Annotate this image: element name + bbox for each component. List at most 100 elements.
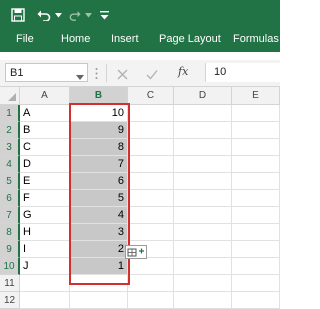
cell-d10[interactable] (174, 258, 232, 275)
cell-d1[interactable] (174, 105, 232, 122)
row-header-7[interactable]: 7 (0, 207, 20, 224)
ribbon-tabs: File Home Insert Page Layout Formulas (0, 30, 280, 52)
column-header-c[interactable]: C (128, 87, 174, 105)
formula-value: 10 (214, 66, 227, 78)
cell-d8[interactable] (174, 224, 232, 241)
cell-b8[interactable]: 3 (70, 224, 128, 241)
redo-dropdown-icon[interactable] (84, 7, 92, 23)
cell-a12[interactable] (20, 292, 70, 309)
cell-e3[interactable] (232, 139, 280, 156)
save-icon[interactable] (10, 7, 26, 23)
cell-e7[interactable] (232, 207, 280, 224)
cell-e1[interactable] (232, 105, 280, 122)
row-header-5[interactable]: 5 (0, 173, 20, 190)
cell-b3[interactable]: 8 (70, 139, 128, 156)
redo-icon[interactable] (69, 7, 81, 23)
cell-c1[interactable] (128, 105, 174, 122)
cell-b6[interactable]: 5 (70, 190, 128, 207)
enter-icon[interactable] (146, 67, 158, 80)
undo-dropdown-icon[interactable] (54, 7, 62, 23)
cell-a1[interactable]: A (20, 105, 70, 122)
cell-b4[interactable]: 7 (70, 156, 128, 173)
cell-c6[interactable] (128, 190, 174, 207)
tab-page-layout[interactable]: Page Layout (159, 33, 221, 45)
cell-d6[interactable] (174, 190, 232, 207)
cell-c10[interactable] (128, 258, 174, 275)
cell-b1[interactable]: 10 (70, 105, 128, 122)
cell-b2[interactable]: 9 (70, 122, 128, 139)
column-header-b[interactable]: B (70, 87, 128, 105)
tab-insert[interactable]: Insert (111, 33, 139, 45)
quick-analysis-icon[interactable] (125, 245, 147, 259)
cell-d11[interactable] (174, 275, 232, 292)
cell-c4[interactable] (128, 156, 174, 173)
row-header-1[interactable]: 1 (0, 105, 20, 122)
cell-c12[interactable] (128, 292, 174, 309)
cell-c5[interactable] (128, 173, 174, 190)
column-header-e[interactable]: E (232, 87, 280, 105)
cell-d3[interactable] (174, 139, 232, 156)
formula-bar: B1 fx 10 (0, 60, 280, 87)
cell-b7[interactable]: 4 (70, 207, 128, 224)
cell-e12[interactable] (232, 292, 280, 309)
row-header-6[interactable]: 6 (0, 190, 20, 207)
cell-a11[interactable] (20, 275, 70, 292)
chevron-down-icon[interactable] (76, 68, 84, 80)
insert-function-button[interactable]: fx (178, 65, 188, 78)
cell-a10[interactable]: J (20, 258, 70, 275)
cell-a6[interactable]: F (20, 190, 70, 207)
cell-e5[interactable] (232, 173, 280, 190)
select-all-button[interactable] (0, 87, 20, 105)
cell-c8[interactable] (128, 224, 174, 241)
row-header-11[interactable]: 11 (0, 275, 20, 292)
row-header-9[interactable]: 9 (0, 241, 20, 258)
tab-home[interactable]: Home (61, 33, 90, 45)
customize-toolbar-icon[interactable] (98, 7, 110, 23)
column-header-d[interactable]: D (174, 87, 232, 105)
cell-c3[interactable] (128, 139, 174, 156)
cell-e2[interactable] (232, 122, 280, 139)
cell-d2[interactable] (174, 122, 232, 139)
cell-c11[interactable] (128, 275, 174, 292)
row-header-8[interactable]: 8 (0, 224, 20, 241)
cell-e4[interactable] (232, 156, 280, 173)
worksheet-grid: A B C D E 1 A 10 2 B 9 3 C 8 4 D 7 5 E 6 6 F 5 7 G 4 8 H 3 9 I 2 10… (0, 87, 280, 309)
cell-c7[interactable] (128, 207, 174, 224)
cell-a4[interactable]: D (20, 156, 70, 173)
cell-e11[interactable] (232, 275, 280, 292)
cell-a2[interactable]: B (20, 122, 70, 139)
cell-b12[interactable] (70, 292, 128, 309)
cell-a3[interactable]: C (20, 139, 70, 156)
row-header-10[interactable]: 10 (0, 258, 20, 275)
column-header-a[interactable]: A (20, 87, 70, 105)
cell-d9[interactable] (174, 241, 232, 258)
cell-d4[interactable] (174, 156, 232, 173)
undo-icon[interactable] (37, 7, 51, 23)
cell-b10[interactable]: 1 (70, 258, 128, 275)
cell-b5[interactable]: 6 (70, 173, 128, 190)
cell-e6[interactable] (232, 190, 280, 207)
tab-file[interactable]: File (16, 33, 34, 45)
cell-d5[interactable] (174, 173, 232, 190)
cell-d12[interactable] (174, 292, 232, 309)
cell-b9[interactable]: 2 (70, 241, 128, 258)
row-header-3[interactable]: 3 (0, 139, 20, 156)
cell-e10[interactable] (232, 258, 280, 275)
cell-a5[interactable]: E (20, 173, 70, 190)
row-header-12[interactable]: 12 (0, 292, 20, 309)
tab-formulas[interactable]: Formulas (233, 33, 279, 45)
cell-e9[interactable] (232, 241, 280, 258)
cell-d7[interactable] (174, 207, 232, 224)
row-header-4[interactable]: 4 (0, 156, 20, 173)
cell-b11[interactable] (70, 275, 128, 292)
resize-handle-icon[interactable] (95, 67, 98, 80)
cancel-icon[interactable] (117, 67, 128, 80)
cell-a9[interactable]: I (20, 241, 70, 258)
cell-a8[interactable]: H (20, 224, 70, 241)
cell-a7[interactable]: G (20, 207, 70, 224)
cell-e8[interactable] (232, 224, 280, 241)
formula-input[interactable]: 10 (205, 63, 280, 82)
row-header-2[interactable]: 2 (0, 122, 20, 139)
formula-bar-divider (106, 64, 107, 82)
cell-c2[interactable] (128, 122, 174, 139)
